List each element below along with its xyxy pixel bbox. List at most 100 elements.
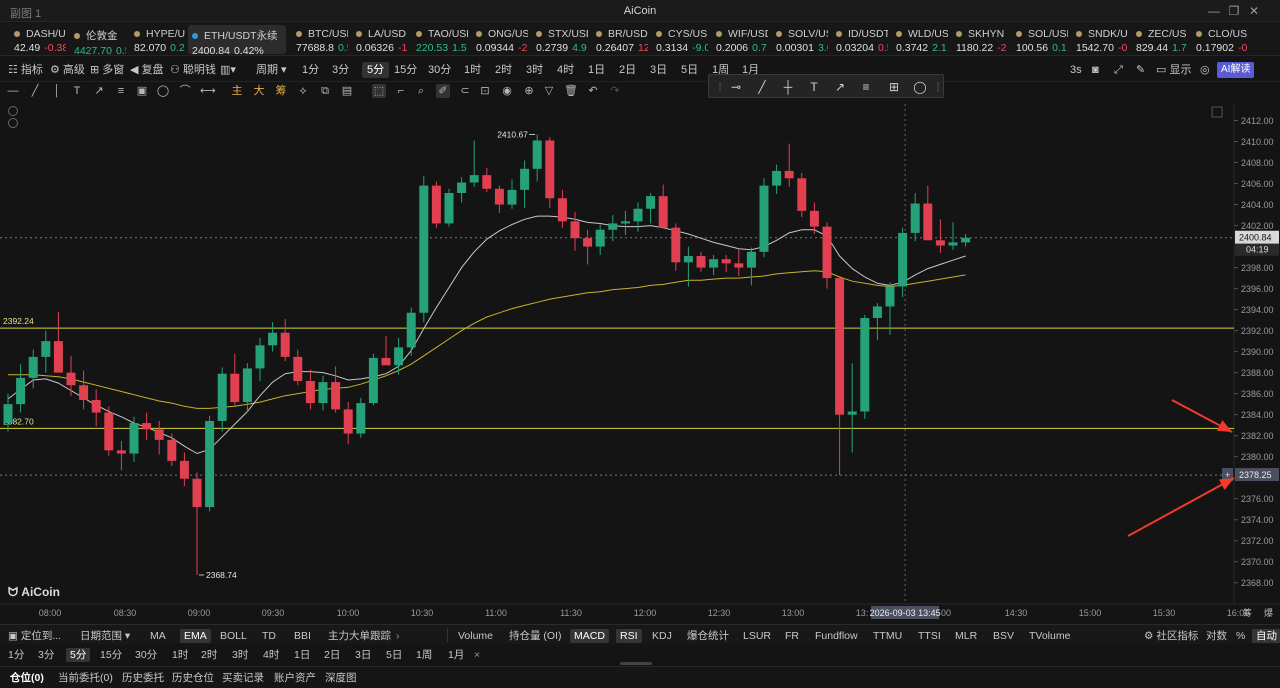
chart-type-icon[interactable]: ▥▾	[220, 62, 236, 78]
date-range-dropdown[interactable]: 日期范围 ▾	[80, 629, 130, 643]
bottom-interval-button[interactable]: 3日	[355, 648, 371, 662]
interval-button[interactable]: 3时	[526, 62, 543, 78]
pattern-icon[interactable]: ▤	[340, 84, 354, 98]
locate-button[interactable]: ▣ 定位到...	[8, 629, 61, 643]
resize-handle[interactable]	[620, 662, 652, 665]
interval-button[interactable]: 1日	[588, 62, 605, 78]
brush-icon[interactable]: ✐	[436, 84, 450, 98]
sub-indicator-button[interactable]: TTMU	[873, 629, 902, 643]
interval-button[interactable]: 1时	[464, 62, 481, 78]
filter-icon[interactable]: ▽	[542, 84, 556, 98]
candle[interactable]	[444, 188, 454, 227]
hline-tool-icon[interactable]: —	[6, 84, 20, 98]
bottom-interval-button[interactable]: 3时	[232, 648, 248, 662]
interval-button[interactable]: 2时	[495, 62, 512, 78]
sub-indicator-button[interactable]: RSI	[616, 629, 642, 643]
bottom-interval-button[interactable]: 5日	[386, 648, 402, 662]
sub-indicator-button[interactable]: Volume	[458, 629, 493, 643]
arrow-tool-icon[interactable]: ↗	[92, 84, 106, 98]
fullscreen-icon[interactable]: ⤢	[1114, 62, 1123, 78]
edit-icon[interactable]: ✎	[1136, 62, 1145, 78]
ticker-item[interactable]: CYS/USD 0.3134-9.0	[652, 25, 712, 54]
period-dropdown[interactable]: 周期 ▾	[256, 62, 287, 78]
trash-icon[interactable]: 🗑	[564, 84, 578, 98]
candle[interactable]	[356, 397, 366, 438]
bottom-interval-button[interactable]: 15分	[100, 648, 122, 662]
interval-button[interactable]: 5日	[681, 62, 698, 78]
float-vline-icon[interactable]: ┼	[779, 79, 797, 95]
ellipse-tool-icon[interactable]: ◯	[156, 84, 170, 98]
main-indicator-button[interactable]: EMA	[180, 629, 211, 643]
trade-tab[interactable]: 账户资产	[274, 671, 316, 685]
ticker-item[interactable]: DASH/U 42.49 -0.38	[10, 25, 70, 54]
sub-indicator-button[interactable]: LSUR	[743, 629, 771, 643]
trade-tab[interactable]: 仓位(0)	[10, 671, 44, 685]
trade-tab[interactable]: 历史仓位	[172, 671, 214, 685]
ai-interpret-button[interactable]: AI解读	[1217, 62, 1255, 78]
trendline-tool-icon[interactable]: ╱	[28, 84, 42, 98]
sub-indicator-button[interactable]: KDJ	[652, 629, 672, 643]
display-button[interactable]: ▭ 显示	[1156, 62, 1191, 78]
candle[interactable]	[860, 314, 870, 419]
bottom-interval-button[interactable]: 5分	[66, 648, 91, 662]
hide-icon[interactable]: ◉	[500, 84, 514, 98]
bottom-interval-button[interactable]: 4时	[263, 648, 279, 662]
auto-scale-button[interactable]: 自动	[1252, 629, 1280, 643]
ticker-item[interactable]: STX/USD 0.27394.9	[532, 25, 592, 54]
minimize-icon[interactable]: —	[1206, 3, 1222, 19]
ticker-item[interactable]: HYPE/U 82.070 0.2	[130, 25, 190, 54]
candle[interactable]	[104, 406, 114, 456]
ticker-item[interactable]: ID/USDT 0.032040.5	[832, 25, 892, 54]
ticker-item[interactable]: BTC/USD 77688.80.5	[292, 25, 352, 54]
link-icon[interactable]: ⊕	[522, 84, 536, 98]
ruler-icon[interactable]: ⌐	[394, 84, 408, 98]
sub-indicator-button[interactable]: TTSI	[918, 629, 941, 643]
candle[interactable]	[545, 137, 555, 208]
candle[interactable]	[419, 176, 429, 323]
ticker-item[interactable]: 伦敦金 4427.700.5	[70, 25, 130, 57]
ticker-item[interactable]: LA/USD 0.06326 -1	[352, 25, 412, 54]
sub-indicator-button[interactable]: MACD	[570, 629, 609, 643]
liq-corner-label[interactable]: 爆	[1264, 607, 1273, 618]
multi-window-button[interactable]: ⊞ 多窗	[90, 62, 124, 78]
indicators-button[interactable]: ☷ 指标	[8, 62, 43, 78]
redo-icon[interactable]: ↷	[608, 84, 622, 98]
trade-tab[interactable]: 买卖记录	[222, 671, 264, 685]
sub-indicator-button[interactable]: TVolume	[1029, 629, 1070, 643]
candlestick-chart[interactable]: 2412.00 2410.00 2408.00 2406.00 2404.00 2402.…	[0, 104, 1280, 620]
trade-tab[interactable]: 深度图	[325, 671, 357, 685]
sub-indicator-button[interactable]: FR	[785, 629, 799, 643]
text-tool-icon[interactable]: T	[70, 84, 84, 98]
bottom-interval-button[interactable]: 1时	[172, 648, 188, 662]
float-hline-icon[interactable]: ⊸	[727, 79, 745, 95]
interval-button[interactable]: 1分	[302, 62, 319, 78]
copy-icon[interactable]: ⧉	[318, 84, 332, 98]
interval-button[interactable]: 4时	[557, 62, 574, 78]
bottom-interval-button[interactable]: 1周	[416, 648, 432, 662]
camera-icon[interactable]: ◙	[1092, 62, 1099, 78]
float-ellipse-icon[interactable]: ◯	[911, 79, 929, 95]
candle[interactable]	[368, 353, 378, 406]
smart-money-button[interactable]: ⚇ 聪明钱	[170, 62, 216, 78]
float-line-icon[interactable]: ╱	[753, 79, 771, 95]
chip-corner-label[interactable]: 筹	[1243, 607, 1252, 618]
restore-icon[interactable]: ❐	[1226, 3, 1242, 19]
settings-icon[interactable]: ◎	[1200, 62, 1210, 78]
ticker-item[interactable]: ONG/US 0.09344 -2	[472, 25, 532, 54]
bottom-interval-button[interactable]: 2日	[324, 648, 340, 662]
drag-handle-right-icon[interactable]: ⁞	[929, 79, 947, 95]
ticker-item[interactable]: SOL/USD 100.560.1	[1012, 25, 1072, 54]
select-tool-icon[interactable]: ⬚	[372, 84, 386, 98]
advanced-button[interactable]: ⚙ 高级	[50, 62, 85, 78]
ticker-item[interactable]: SKHYN 1180.22 -2	[952, 25, 1012, 54]
bottom-interval-button[interactable]: 1日	[294, 648, 310, 662]
sub-indicator-button[interactable]: Fundflow	[815, 629, 858, 643]
rect-tool-icon[interactable]: ▣	[135, 84, 149, 98]
interval-button[interactable]: 2日	[619, 62, 636, 78]
interval-button[interactable]: 5分	[362, 62, 390, 78]
big-tool-icon[interactable]: 大	[252, 84, 266, 98]
replay-button[interactable]: ◀ 复盘	[130, 62, 164, 78]
candle[interactable]	[431, 181, 441, 228]
chip-tool-icon[interactable]: 筹	[274, 84, 288, 98]
candle[interactable]	[205, 415, 215, 512]
